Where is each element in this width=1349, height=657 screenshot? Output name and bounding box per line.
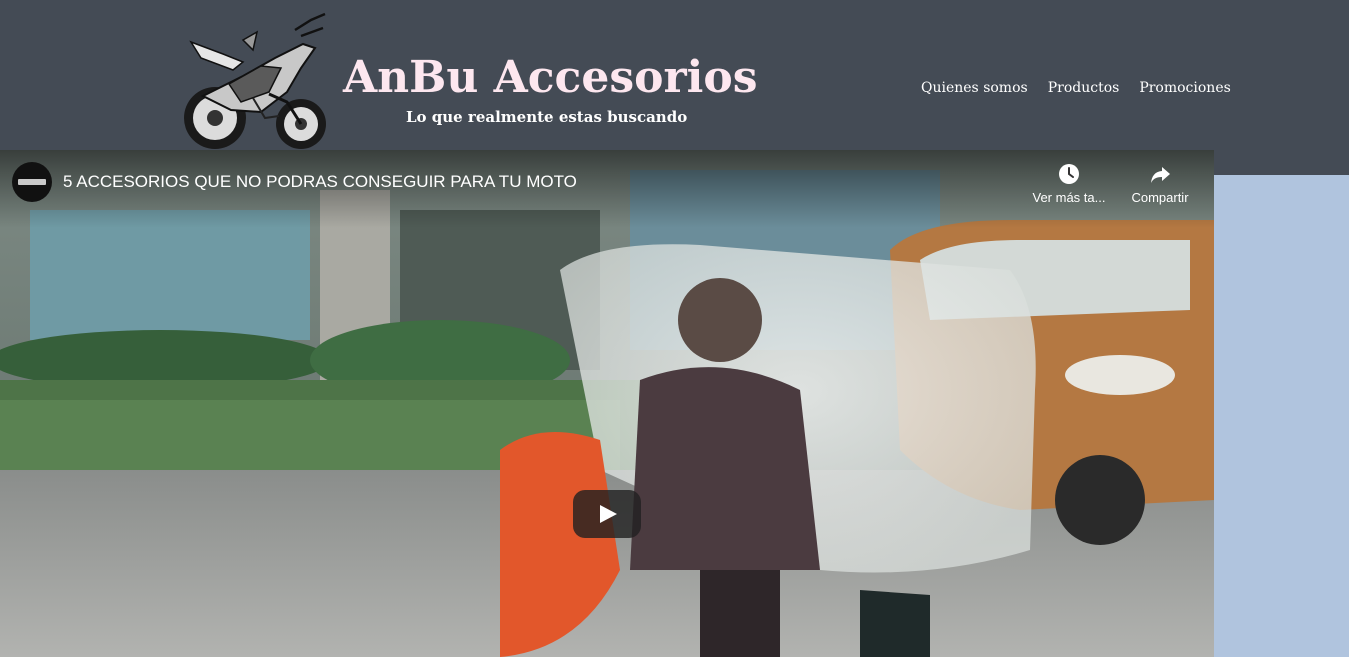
video-embed[interactable]: 5 ACCESORIOS QUE NO PODRAS CONSEGUIR PAR… (0, 150, 1214, 657)
nav-item-quienes-somos[interactable]: Quienes somos (921, 78, 1028, 98)
site-title[interactable]: AnBu Accesorios (343, 50, 757, 106)
site-tagline: Lo que realmente estas buscando (406, 108, 688, 126)
watch-later-button[interactable]: Ver más ta... (1028, 162, 1110, 206)
video-title[interactable]: 5 ACCESORIOS QUE NO PODRAS CONSEGUIR PAR… (63, 171, 577, 193)
channel-avatar[interactable] (12, 162, 52, 202)
channel-logo-icon (18, 179, 46, 185)
watch-later-label: Ver más ta... (1032, 190, 1106, 205)
share-label: Compartir (1131, 190, 1189, 205)
main-nav: Quienes somos Productos Promociones (921, 78, 1231, 98)
nav-item-productos[interactable]: Productos (1048, 78, 1120, 98)
motorcycle-logo[interactable] (183, 6, 331, 150)
play-icon (600, 505, 617, 523)
clock-icon (1059, 164, 1079, 184)
page: AnBu Accesorios Lo que realmente estas b… (0, 0, 1349, 657)
site-header: AnBu Accesorios Lo que realmente estas b… (0, 0, 1349, 175)
nav-item-promociones[interactable]: Promociones (1139, 78, 1230, 98)
play-button[interactable] (573, 490, 641, 538)
share-arrow-icon (1151, 167, 1170, 183)
share-button[interactable]: Compartir (1126, 162, 1194, 206)
